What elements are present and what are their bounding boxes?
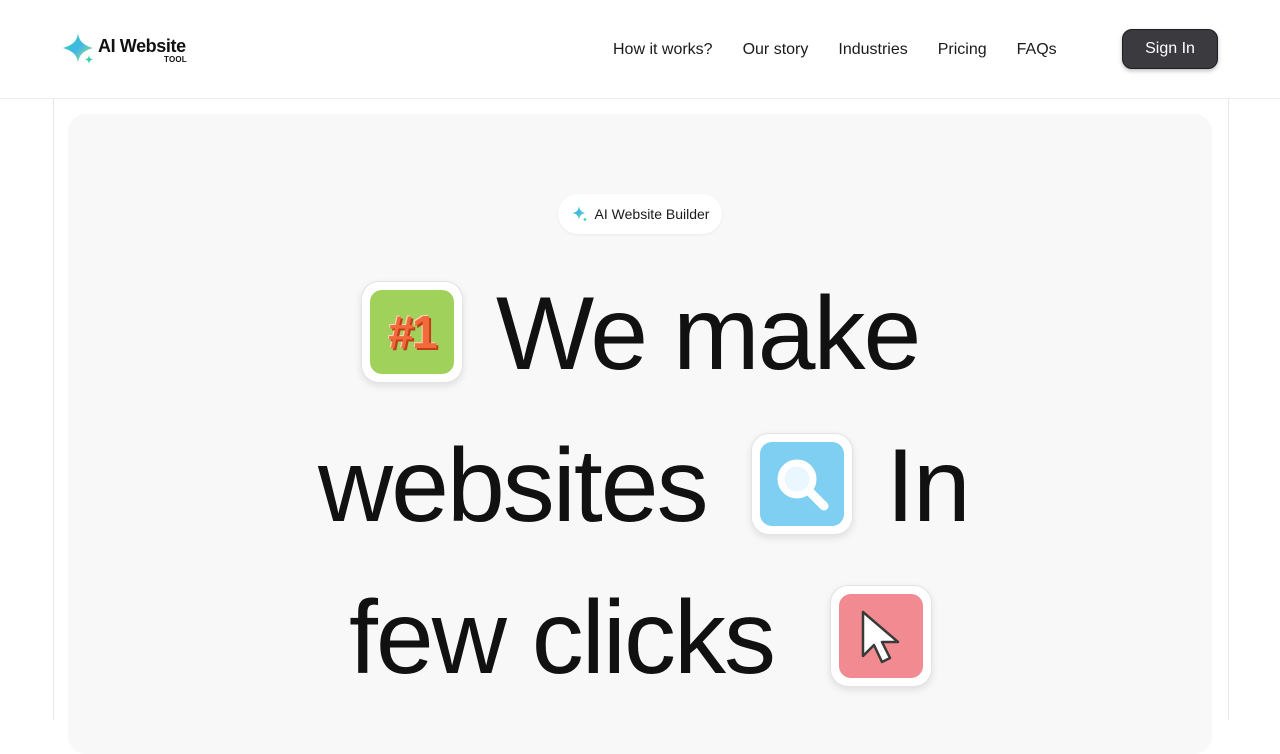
brand-logo[interactable]: AI Website TOOL bbox=[62, 32, 202, 68]
top-navigation-bar: AI Website TOOL How it works? Our story … bbox=[0, 0, 1280, 99]
sign-in-button[interactable]: Sign In bbox=[1122, 29, 1218, 69]
cursor-arrow-icon bbox=[861, 610, 900, 664]
headline-line-2a: websites bbox=[318, 428, 709, 544]
brand-name: AI Website bbox=[98, 36, 186, 56]
cursor-tile bbox=[830, 585, 932, 687]
sparkle-icon bbox=[571, 206, 588, 222]
page-guide-right bbox=[1228, 0, 1229, 720]
number-one-icon: #1 bbox=[370, 290, 454, 374]
headline-line-2b: In bbox=[886, 428, 971, 544]
hero-badge-label: AI Website Builder bbox=[594, 206, 710, 222]
brand-subtitle: TOOL bbox=[164, 55, 187, 64]
sparkle-logo-icon bbox=[63, 33, 93, 64]
nav-our-story[interactable]: Our story bbox=[728, 38, 824, 62]
page-guide-left bbox=[53, 0, 54, 720]
hero-badge: AI Website Builder bbox=[558, 194, 722, 234]
main-nav: How it works? Our story Industries Prici… bbox=[598, 38, 1072, 62]
number-one-text: #1 bbox=[388, 306, 437, 358]
search-tile bbox=[751, 433, 853, 535]
number-one-tile: #1 bbox=[361, 281, 463, 383]
nav-faqs[interactable]: FAQs bbox=[1002, 38, 1072, 62]
nav-pricing[interactable]: Pricing bbox=[923, 38, 1002, 62]
nav-industries[interactable]: Industries bbox=[823, 38, 922, 62]
headline-line-1: We make bbox=[496, 276, 921, 392]
nav-how-it-works[interactable]: How it works? bbox=[598, 38, 728, 62]
headline-line-3: few clicks bbox=[349, 580, 776, 696]
search-icon bbox=[777, 459, 829, 511]
